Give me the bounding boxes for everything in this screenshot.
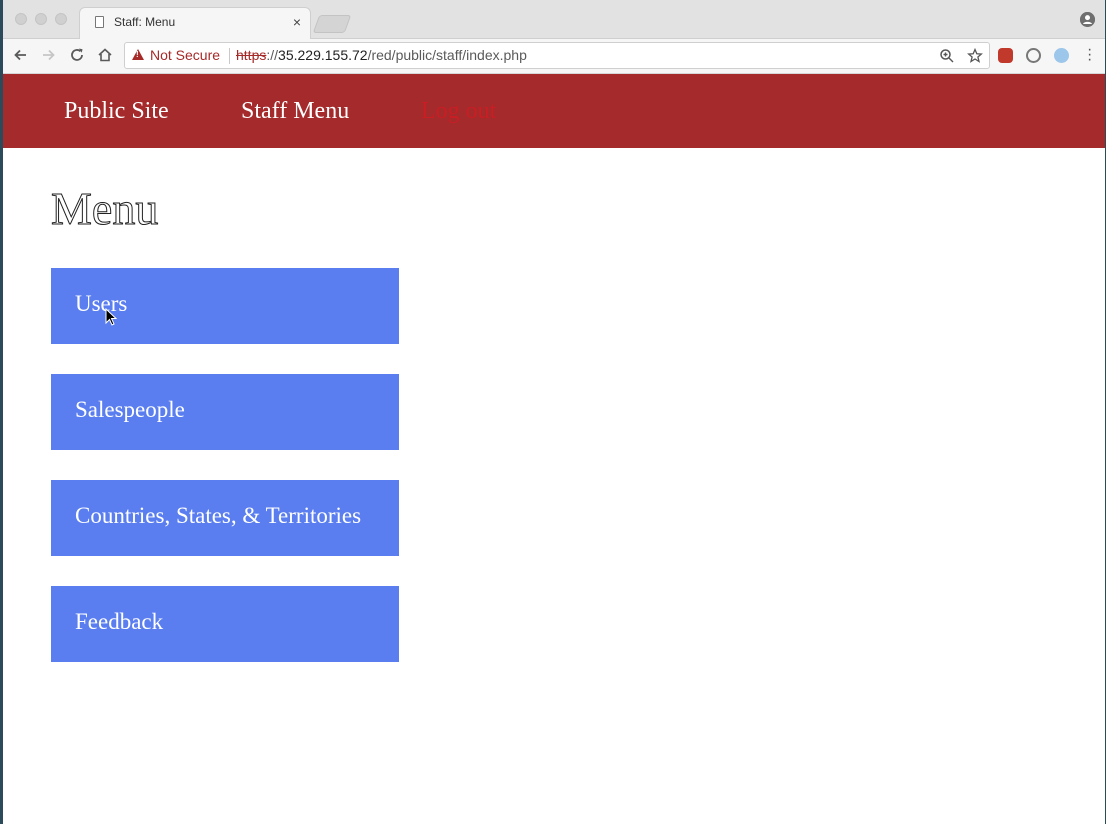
browser-menu-icon[interactable]: · · · bbox=[1087, 42, 1092, 68]
browser-window: Staff: Menu × ! Not Secure https://35.22… bbox=[3, 0, 1105, 824]
new-tab-button[interactable] bbox=[312, 15, 352, 33]
salespeople-button[interactable]: Salespeople bbox=[51, 374, 399, 450]
tab-title: Staff: Menu bbox=[114, 15, 176, 29]
page-content: Public Site Staff Menu Log out Menu User… bbox=[3, 74, 1105, 824]
back-button[interactable] bbox=[11, 45, 31, 65]
home-icon bbox=[98, 48, 112, 62]
public-site-link[interactable]: Public Site bbox=[64, 98, 169, 125]
users-button[interactable]: Users bbox=[51, 268, 399, 344]
magnifier-plus-icon bbox=[940, 49, 954, 63]
close-window-button[interactable] bbox=[15, 13, 27, 25]
arrow-right-icon bbox=[43, 49, 55, 61]
profile-icon[interactable] bbox=[1080, 12, 1095, 27]
salespeople-button-label: Salespeople bbox=[75, 397, 185, 422]
minimize-window-button[interactable] bbox=[35, 13, 47, 25]
security-indicator[interactable]: Not Secure bbox=[150, 47, 220, 63]
extension-icon[interactable] bbox=[1026, 48, 1041, 63]
zoom-window-button[interactable] bbox=[55, 13, 67, 25]
forward-button[interactable] bbox=[38, 45, 58, 65]
extension-check-icon[interactable] bbox=[1054, 48, 1069, 63]
address-bar[interactable]: Not Secure https://35.229.155.72/red/pub… bbox=[124, 42, 990, 69]
countries-states-territories-button[interactable]: Countries, States, & Territories bbox=[51, 480, 399, 556]
home-button[interactable] bbox=[95, 45, 115, 65]
site-navigation: Public Site Staff Menu Log out bbox=[3, 74, 1105, 148]
log-out-link[interactable]: Log out bbox=[421, 98, 496, 125]
feedback-button[interactable]: Feedback bbox=[51, 586, 399, 662]
page-icon bbox=[95, 16, 104, 28]
tab-staff-menu[interactable]: Staff: Menu × bbox=[79, 7, 311, 39]
feedback-button-label: Feedback bbox=[75, 609, 164, 634]
url-separator: :// bbox=[266, 47, 279, 63]
users-button-label: Users bbox=[75, 291, 128, 316]
close-tab-icon[interactable]: × bbox=[293, 13, 301, 31]
countries-button-label: Countries, States, & Territories bbox=[75, 503, 362, 528]
bookmark-star-icon[interactable] bbox=[967, 47, 983, 70]
reload-icon bbox=[71, 48, 83, 61]
person-circle-icon bbox=[1080, 12, 1095, 27]
reload-button[interactable] bbox=[67, 45, 87, 65]
url-path: /red/public/staff/index.php bbox=[367, 47, 527, 63]
staff-menu-link[interactable]: Staff Menu bbox=[241, 98, 349, 125]
ublock-extension-icon[interactable] bbox=[998, 48, 1013, 63]
url-text[interactable]: https://35.229.155.72/red/public/staff/i… bbox=[236, 47, 527, 63]
zoom-icon[interactable] bbox=[939, 47, 955, 70]
star-icon bbox=[967, 47, 983, 63]
arrow-left-icon bbox=[14, 49, 26, 61]
tab-strip: Staff: Menu × bbox=[3, 0, 1105, 39]
url-host: 35.229.155.72 bbox=[278, 47, 368, 63]
browser-toolbar: Not Secure https://35.229.155.72/red/pub… bbox=[3, 39, 1105, 74]
omnibox-divider bbox=[229, 48, 230, 64]
page-title: Menu bbox=[50, 183, 159, 235]
mouse-pointer-icon bbox=[105, 308, 118, 326]
warning-icon bbox=[132, 49, 144, 60]
url-scheme: https bbox=[236, 47, 267, 63]
